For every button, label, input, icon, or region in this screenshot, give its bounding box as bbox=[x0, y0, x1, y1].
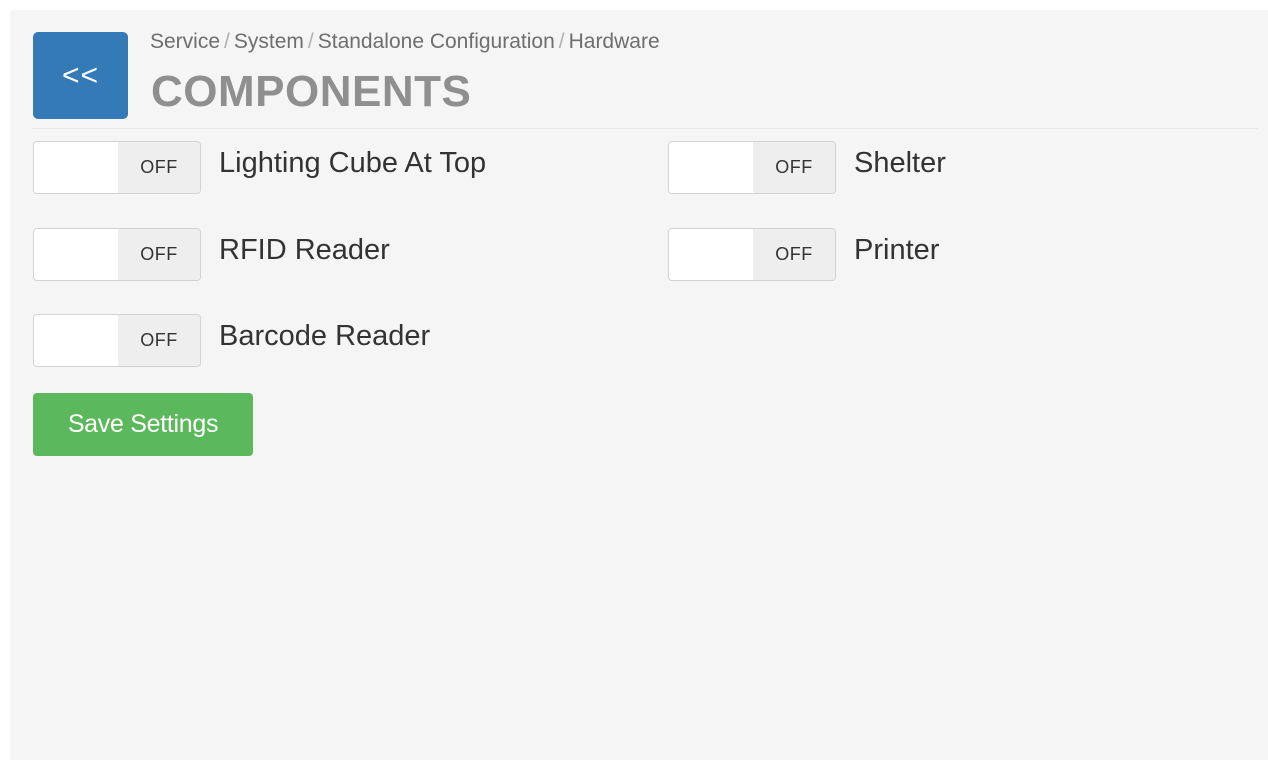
breadcrumb-separator: / bbox=[224, 30, 230, 53]
component-label-barcode-reader: Barcode Reader bbox=[219, 320, 431, 352]
component-row-shelter: OFF Shelter bbox=[668, 141, 946, 194]
breadcrumb-item-system[interactable]: System bbox=[234, 30, 304, 53]
component-row-lighting-cube: OFF Lighting Cube At Top bbox=[33, 141, 486, 194]
header-divider bbox=[32, 128, 1258, 129]
content-panel: << Service / System / Standalone Configurati… bbox=[10, 10, 1268, 760]
breadcrumb-separator: / bbox=[558, 30, 565, 53]
toggle-handle bbox=[34, 229, 118, 280]
toggle-lighting-cube[interactable]: OFF bbox=[33, 141, 201, 194]
toggle-state: OFF bbox=[118, 229, 200, 280]
toggle-handle bbox=[669, 142, 753, 193]
toggle-barcode-reader[interactable]: OFF bbox=[33, 314, 201, 367]
breadcrumb-item-service[interactable]: Service bbox=[150, 30, 220, 53]
breadcrumb-separator: / bbox=[307, 30, 314, 53]
toggle-printer[interactable]: OFF bbox=[668, 228, 836, 281]
component-row-barcode-reader: OFF Barcode Reader bbox=[33, 314, 430, 367]
component-label-lighting-cube: Lighting Cube At Top bbox=[219, 147, 487, 179]
component-label-printer: Printer bbox=[854, 234, 940, 266]
component-label-shelter: Shelter bbox=[854, 147, 946, 179]
toggle-rfid-reader[interactable]: OFF bbox=[33, 228, 201, 281]
component-row-printer: OFF Printer bbox=[668, 228, 939, 281]
toggle-state: OFF bbox=[118, 315, 200, 366]
component-row-rfid-reader: OFF RFID Reader bbox=[33, 228, 390, 281]
breadcrumb-item-hardware: Hardware bbox=[568, 30, 660, 53]
breadcrumb: Service / System / Standalone Configuration /… bbox=[150, 30, 660, 54]
breadcrumb-item-standalone-configuration[interactable]: Standalone Configuration bbox=[318, 30, 555, 53]
toggle-handle bbox=[34, 142, 118, 193]
toggle-state: OFF bbox=[118, 142, 200, 193]
save-settings-button[interactable]: Save Settings bbox=[33, 393, 253, 456]
toggle-state: OFF bbox=[753, 142, 835, 193]
toggle-shelter[interactable]: OFF bbox=[668, 141, 836, 194]
page-title: COMPONENTS bbox=[151, 67, 472, 116]
component-label-rfid-reader: RFID Reader bbox=[219, 234, 390, 266]
back-button[interactable]: << bbox=[33, 32, 128, 119]
toggle-state: OFF bbox=[753, 229, 835, 280]
toggle-handle bbox=[34, 315, 118, 366]
toggle-handle bbox=[669, 229, 753, 280]
